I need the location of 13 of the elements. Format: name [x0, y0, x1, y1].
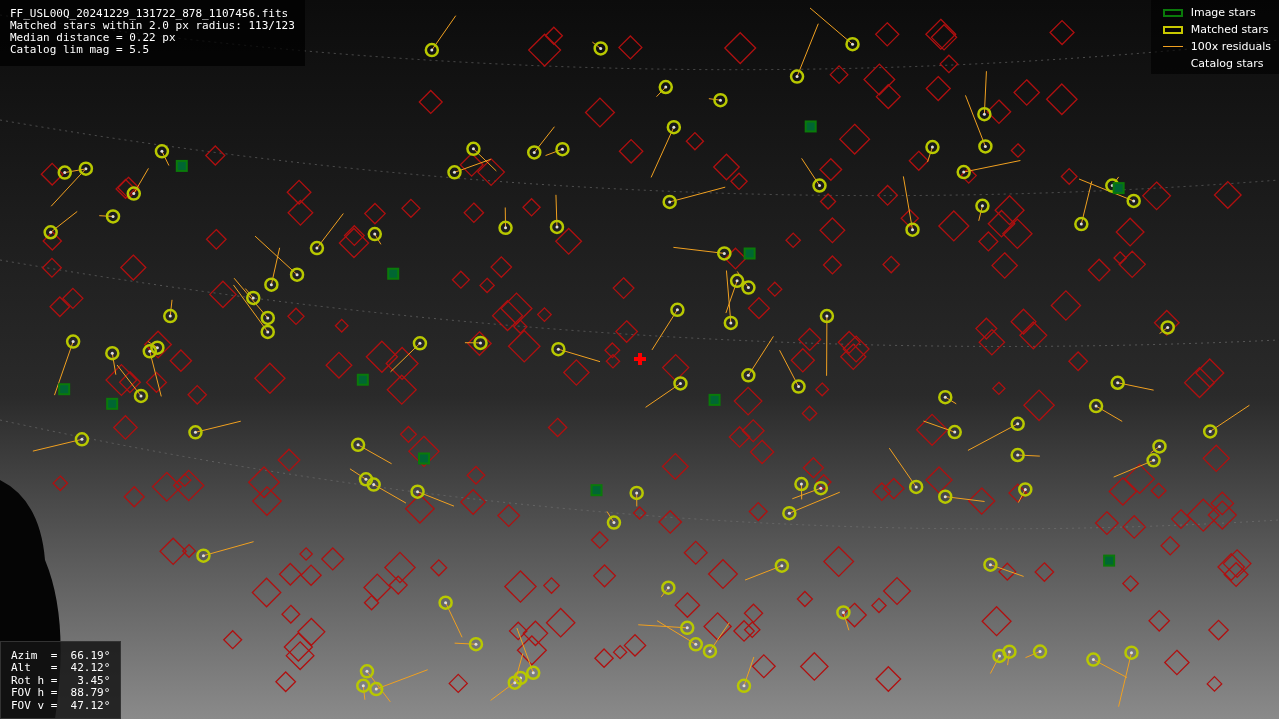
- pointing-text: FOV h = 88.79°: [11, 687, 111, 700]
- info-text: Median distance = 0.22 px: [10, 32, 177, 44]
- pointing-text: FOV v = 47.12°: [11, 699, 111, 712]
- info-text: FF_USL00Q_20241229_131722_878_1107456.fits: [10, 8, 290, 20]
- pointing-text: Alt = 42.12°: [11, 662, 111, 675]
- legend-label: Catalog stars: [1190, 57, 1265, 70]
- pointing-text: Azim = 66.19°: [11, 649, 111, 662]
- pointing-text: Rot h = 3.45°: [11, 674, 111, 687]
- legend-label: Image stars: [1190, 6, 1257, 19]
- info-text: Matched stars within 2.0 px radius: 113/123: [10, 20, 295, 32]
- info-text: Catalog lim mag = 5.5: [10, 44, 151, 56]
- legend-label: 100x residuals: [1190, 40, 1271, 53]
- legend-label: Matched stars: [1190, 23, 1270, 36]
